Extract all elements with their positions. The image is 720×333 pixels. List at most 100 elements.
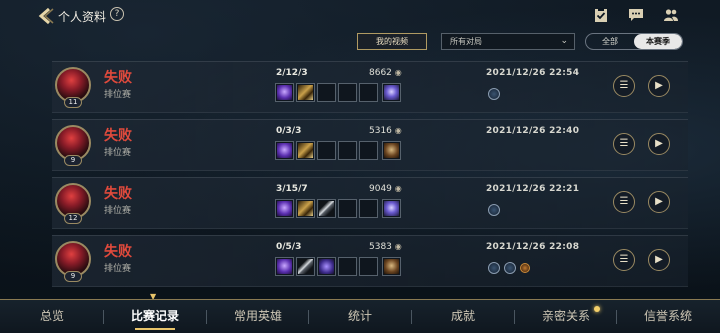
match-row[interactable]: 11 失败 排位赛 2/12/3 8662 ◉ 2021/12/26 22:54… bbox=[52, 61, 688, 113]
blade-item-icon[interactable] bbox=[317, 199, 336, 218]
tab-honor-system[interactable]: 信誉系统 bbox=[618, 300, 718, 333]
page-title: 个人资料 bbox=[58, 10, 107, 24]
badge-icon bbox=[488, 262, 500, 274]
badge-icon bbox=[488, 204, 500, 216]
gold-stat: 5383 ◉ bbox=[369, 242, 402, 252]
match-row[interactable]: 9 失败 排位赛 0/3/3 5316 ◉ 2021/12/26 22:40 ☰… bbox=[52, 119, 688, 171]
replay-play-icon[interactable]: ▶ bbox=[648, 133, 670, 155]
tab-divider bbox=[103, 310, 104, 324]
match-type-select[interactable]: 所有对局 ⌄ bbox=[441, 33, 575, 50]
badge-icon bbox=[488, 88, 500, 100]
top-bar: 个人资料 ? bbox=[0, 0, 720, 32]
tab-match-history[interactable]: 比赛记录 bbox=[105, 300, 205, 333]
match-mode: 排位赛 bbox=[104, 148, 132, 158]
tab-relationships[interactable]: 亲密关系 bbox=[516, 300, 616, 333]
item-slots bbox=[275, 257, 401, 276]
empty-item-slot bbox=[317, 83, 336, 102]
tab-divider bbox=[411, 310, 412, 324]
purple-item-icon[interactable] bbox=[275, 83, 294, 102]
ward-icon[interactable] bbox=[382, 199, 401, 218]
champion-level: 9 bbox=[64, 155, 82, 166]
brown-trinket-icon[interactable] bbox=[382, 257, 401, 276]
my-videos-button[interactable]: 我的视频 bbox=[357, 33, 427, 50]
gold-item-icon[interactable] bbox=[296, 199, 315, 218]
match-detail-list-icon[interactable]: ☰ bbox=[613, 191, 635, 213]
season-toggle[interactable]: 全部 本赛季 bbox=[585, 33, 683, 50]
gold-stat: 8662 ◉ bbox=[369, 68, 402, 78]
brown-trinket-icon[interactable] bbox=[382, 141, 401, 160]
kda-stat: 0/3/3 bbox=[276, 126, 302, 136]
replay-play-icon[interactable]: ▶ bbox=[648, 75, 670, 97]
empty-item-slot bbox=[359, 199, 378, 218]
tab-divider bbox=[514, 310, 515, 324]
violet-item-icon[interactable] bbox=[317, 257, 336, 276]
empty-item-slot bbox=[359, 257, 378, 276]
tab-divider bbox=[616, 310, 617, 324]
gold-coin-icon: ◉ bbox=[394, 68, 402, 77]
kda-stat: 0/5/3 bbox=[276, 242, 302, 252]
tab-favorite-heroes[interactable]: 常用英雄 bbox=[208, 300, 308, 333]
match-result: 失败 bbox=[104, 128, 132, 144]
champion-level: 11 bbox=[64, 97, 82, 108]
match-detail-list-icon[interactable]: ☰ bbox=[613, 133, 635, 155]
kda-stat: 3/15/7 bbox=[276, 184, 308, 194]
tab-divider bbox=[308, 310, 309, 324]
gold-value: 9049 bbox=[369, 184, 392, 194]
ward-icon[interactable] bbox=[382, 83, 401, 102]
empty-item-slot bbox=[359, 141, 378, 160]
match-badges bbox=[488, 262, 530, 274]
gold-item-icon[interactable] bbox=[296, 141, 315, 160]
match-time: 2021/12/26 22:21 bbox=[486, 184, 580, 194]
match-detail-list-icon[interactable]: ☰ bbox=[613, 75, 635, 97]
gold-coin-icon: ◉ bbox=[394, 126, 402, 135]
checklist-icon[interactable] bbox=[593, 7, 609, 23]
match-row[interactable]: 12 失败 排位赛 3/15/7 9049 ◉ 2021/12/26 22:21… bbox=[52, 177, 688, 229]
gold-value: 5383 bbox=[369, 242, 392, 252]
match-time: 2021/12/26 22:08 bbox=[486, 242, 580, 252]
gold-coin-icon: ◉ bbox=[394, 184, 402, 193]
empty-item-slot bbox=[359, 83, 378, 102]
gold-stat: 9049 ◉ bbox=[369, 184, 402, 194]
empty-item-slot bbox=[338, 199, 357, 218]
filter-bar: 我的视频 所有对局 ⌄ 全部 本赛季 bbox=[0, 33, 720, 51]
match-result: 失败 bbox=[104, 186, 132, 202]
gold-stat: 5316 ◉ bbox=[369, 126, 402, 136]
friends-icon[interactable] bbox=[663, 7, 679, 23]
bottom-tab-bar: 总览 比赛记录 常用英雄 统计 成就 亲密关系 信誉系统 bbox=[0, 299, 720, 333]
match-result: 失败 bbox=[104, 70, 132, 86]
replay-play-icon[interactable]: ▶ bbox=[648, 249, 670, 271]
purple-item-icon[interactable] bbox=[275, 257, 294, 276]
back-arrow-icon[interactable] bbox=[36, 6, 56, 26]
blade-item-icon[interactable] bbox=[296, 257, 315, 276]
tab-achievements[interactable]: 成就 bbox=[413, 300, 513, 333]
help-icon[interactable]: ? bbox=[110, 7, 124, 21]
match-badges bbox=[488, 204, 500, 216]
gold-item-icon[interactable] bbox=[296, 83, 315, 102]
scope-all-option[interactable]: 全部 bbox=[586, 34, 634, 49]
gold-value: 5316 bbox=[369, 126, 392, 136]
match-row[interactable]: 9 失败 排位赛 0/5/3 5383 ◉ 2021/12/26 22:08 ☰… bbox=[52, 235, 688, 287]
match-detail-list-icon[interactable]: ☰ bbox=[613, 249, 635, 271]
chevron-down-icon: ⌄ bbox=[560, 36, 568, 46]
match-time: 2021/12/26 22:40 bbox=[486, 126, 580, 136]
match-badges bbox=[488, 88, 500, 100]
empty-item-slot bbox=[338, 257, 357, 276]
tab-statistics[interactable]: 统计 bbox=[310, 300, 410, 333]
item-slots bbox=[275, 83, 401, 102]
match-mode: 排位赛 bbox=[104, 264, 132, 274]
scope-season-option[interactable]: 本赛季 bbox=[634, 34, 682, 49]
match-mode: 排位赛 bbox=[104, 90, 132, 100]
notification-dot-icon bbox=[594, 306, 600, 312]
match-type-value: 所有对局 bbox=[450, 37, 482, 46]
gold-value: 8662 bbox=[369, 68, 392, 78]
badge-icon bbox=[504, 262, 516, 274]
replay-play-icon[interactable]: ▶ bbox=[648, 191, 670, 213]
purple-item-icon[interactable] bbox=[275, 199, 294, 218]
chat-icon[interactable] bbox=[628, 7, 644, 23]
tab-overview[interactable]: 总览 bbox=[2, 300, 102, 333]
item-slots bbox=[275, 199, 401, 218]
kda-stat: 2/12/3 bbox=[276, 68, 308, 78]
purple-item-icon[interactable] bbox=[275, 141, 294, 160]
match-result: 失败 bbox=[104, 244, 132, 260]
empty-item-slot bbox=[338, 141, 357, 160]
